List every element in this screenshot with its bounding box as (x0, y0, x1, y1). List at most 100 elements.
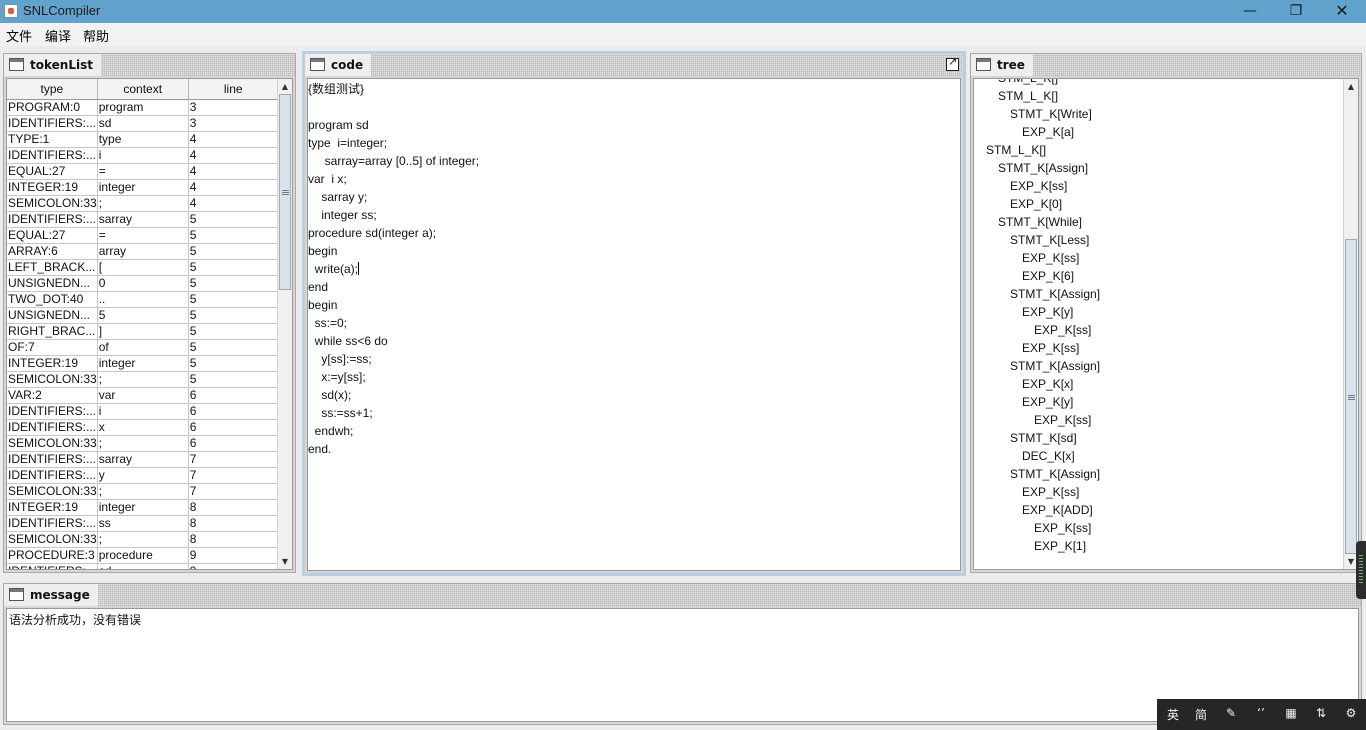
tree-node[interactable]: STMT_K[sd] (974, 429, 1100, 447)
tree-header[interactable]: tree (971, 54, 1361, 76)
menu-compile[interactable]: 编译 (45, 26, 71, 45)
table-row[interactable]: IDENTIFIERS:... x 6 (7, 419, 279, 436)
token-table-header: type context line (7, 79, 279, 100)
table-row[interactable]: IDENTIFIERS:...sd9 (7, 563, 279, 569)
pen-icon[interactable]: ✎ (1221, 706, 1241, 720)
cell-context: i (97, 147, 189, 164)
table-row[interactable]: TWO_DOT:40.. 5 (7, 291, 279, 308)
table-row[interactable]: INTEGER:19 integer 8 (7, 499, 279, 516)
tree-node[interactable]: EXP_K[ss] (974, 177, 1100, 195)
table-row[interactable]: IDENTIFIERS:... i 6 (7, 403, 279, 420)
scroll-up-arrow-icon[interactable]: ▲ (278, 79, 292, 94)
tree-node[interactable]: EXP_K[a] (974, 123, 1100, 141)
table-row[interactable]: SEMICOLON:33; 7 (7, 483, 279, 500)
table-row[interactable]: INTEGER:19 integer 4 (7, 179, 279, 196)
table-row[interactable]: LEFT_BRACK...[5 (7, 259, 279, 276)
message-header[interactable]: message (4, 584, 1361, 606)
table-row[interactable]: TYPE:1 type 4 (7, 131, 279, 148)
tree-node[interactable]: STM_L_K[] (974, 141, 1100, 159)
tree-node[interactable]: EXP_K[0] (974, 195, 1100, 213)
table-row[interactable]: IDENTIFIERS:... y 7 (7, 467, 279, 484)
table-row[interactable]: IDENTIFIERS:... ss 8 (7, 515, 279, 532)
tree-node[interactable]: EXP_K[ss] (974, 339, 1100, 357)
tree-node[interactable]: EXP_K[ss] (974, 483, 1100, 501)
tree-node[interactable]: STMT_K[Assign] (974, 159, 1100, 177)
code-editor[interactable]: {数组测试} program sd type i=integer; sarray=a… (307, 78, 961, 571)
tree-node[interactable]: EXP_K[ss] (974, 321, 1100, 339)
table-row[interactable]: PROGRAM:0 program 3 (7, 99, 279, 116)
table-row[interactable]: IDENTIFIERS:... sd 3 (7, 115, 279, 132)
tree-node[interactable]: STMT_K[Less] (974, 231, 1100, 249)
table-row[interactable]: IDENTIFIERS:... sarray 5 (7, 211, 279, 228)
table-row[interactable]: INTEGER:19 integer 5 (7, 355, 279, 372)
code-line: sarray y; (308, 190, 368, 204)
tree-node[interactable]: EXP_K[6] (974, 267, 1100, 285)
table-row[interactable]: OF:7 of 5 (7, 339, 279, 356)
cell-context: ; (97, 435, 189, 452)
table-row[interactable]: EQUAL:27 = 4 (7, 163, 279, 180)
side-handle[interactable] (1356, 541, 1366, 599)
tree-node[interactable]: EXP_K[y] (974, 303, 1100, 321)
tree-node[interactable]: STMT_K[Write] (974, 105, 1100, 123)
code-line: end. (308, 442, 332, 456)
code-text[interactable]: {数组测试} program sd type i=integer; sarray=a… (308, 80, 479, 458)
tree-node[interactable]: EXP_K[ADD] (974, 501, 1100, 519)
table-row[interactable]: EQUAL:27 = 5 (7, 227, 279, 244)
table-row[interactable]: VAR:2 var 6 (7, 387, 279, 404)
cell-line: 8 (188, 531, 279, 548)
close-button[interactable]: ✕ (1319, 0, 1365, 23)
ime-simplified-toggle[interactable]: 简 (1191, 706, 1211, 723)
table-row[interactable]: SEMICOLON:33; 8 (7, 531, 279, 548)
cell-line: 5 (188, 211, 279, 228)
scroll-down-arrow-icon[interactable]: ▼ (278, 554, 292, 569)
tree-node[interactable]: STMT_K[While] (974, 213, 1100, 231)
mode-switch-icon[interactable]: ⇅ (1311, 706, 1331, 720)
table-row[interactable]: SEMICOLON:33; 5 (7, 371, 279, 388)
column-header-line[interactable]: line (188, 79, 279, 100)
minimize-button[interactable]: — (1227, 0, 1273, 23)
table-row[interactable]: IDENTIFIERS:... i 4 (7, 147, 279, 164)
column-header-context[interactable]: context (97, 79, 189, 100)
scrollbar-thumb[interactable] (1345, 239, 1357, 554)
cell-line: 4 (188, 131, 279, 148)
cell-line: 5 (188, 227, 279, 244)
table-row[interactable]: RIGHT_BRAC...] 5 (7, 323, 279, 340)
ime-english-toggle[interactable]: 英 (1163, 706, 1183, 723)
gear-icon[interactable]: ⚙ (1341, 706, 1361, 720)
scroll-up-arrow-icon[interactable]: ▲ (1344, 79, 1358, 94)
table-row[interactable]: SEMICOLON:33; 6 (7, 435, 279, 452)
tree-node[interactable]: STM_L_K[] (974, 79, 1100, 87)
cell-line: 4 (188, 163, 279, 180)
tokenlist-header[interactable]: tokenList (4, 54, 295, 76)
code-header[interactable]: code (305, 54, 963, 76)
tree-node[interactable]: EXP_K[1] (974, 537, 1100, 555)
tree-node[interactable]: EXP_K[ss] (974, 411, 1100, 429)
table-row[interactable]: ARRAY:6 array 5 (7, 243, 279, 260)
table-row[interactable]: IDENTIFIERS:... sarray 7 (7, 451, 279, 468)
tokenlist-scrollbar[interactable]: ▲ ▼ (277, 79, 292, 569)
tree-scrollbar[interactable]: ▲ ▼ (1343, 79, 1358, 569)
punctuation-icon[interactable]: ‘’ (1251, 706, 1271, 720)
scrollbar-thumb[interactable] (279, 94, 291, 290)
tree-node[interactable]: EXP_K[x] (974, 375, 1100, 393)
tree-node[interactable]: STMT_K[Assign] (974, 285, 1100, 303)
tree-node[interactable]: DEC_K[x] (974, 447, 1100, 465)
tree-node[interactable]: EXP_K[ss] (974, 519, 1100, 537)
cell-line: 4 (188, 179, 279, 196)
table-row[interactable]: SEMICOLON:33; 4 (7, 195, 279, 212)
tree-node[interactable]: STMT_K[Assign] (974, 357, 1100, 375)
tree-node[interactable]: EXP_K[y] (974, 393, 1100, 411)
float-window-icon[interactable] (946, 55, 959, 71)
table-row[interactable]: UNSIGNEDN... 5 5 (7, 307, 279, 324)
maximize-button[interactable]: ❐ (1273, 0, 1319, 23)
table-row[interactable]: PROCEDURE:3 procedure 9 (7, 547, 279, 564)
column-header-type[interactable]: type (7, 79, 98, 100)
cell-context: ; (97, 531, 189, 548)
tree-node[interactable]: EXP_K[ss] (974, 249, 1100, 267)
menu-help[interactable]: 帮助 (83, 26, 109, 45)
keyboard-icon[interactable]: ▦ (1281, 706, 1301, 720)
menu-file[interactable]: 文件 (6, 26, 32, 45)
tree-node[interactable]: STM_L_K[] (974, 87, 1100, 105)
table-row[interactable]: UNSIGNEDN... 0 5 (7, 275, 279, 292)
tree-node[interactable]: STMT_K[Assign] (974, 465, 1100, 483)
